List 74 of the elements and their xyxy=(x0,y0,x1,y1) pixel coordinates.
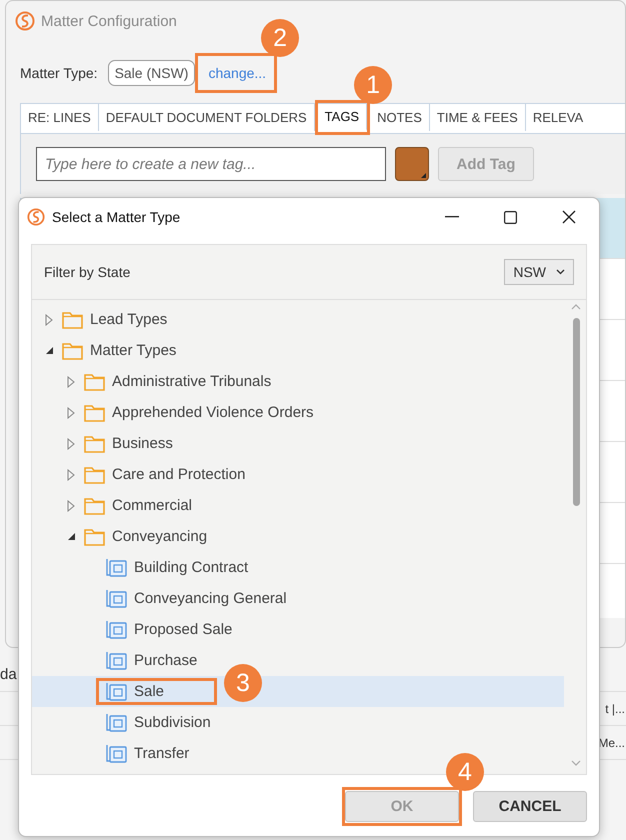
tree-item[interactable]: Conveyancing xyxy=(32,521,564,552)
tree-item[interactable]: Subdivision xyxy=(32,707,564,738)
minimize-icon[interactable] xyxy=(445,216,459,218)
filter-label: Filter by State xyxy=(44,264,130,280)
tree-item-label: Sale xyxy=(134,683,164,700)
maximize-icon[interactable] xyxy=(504,210,517,224)
close-icon[interactable] xyxy=(562,210,576,224)
tree-item[interactable]: Administrative Tribunals xyxy=(32,366,564,397)
matter-type-label: Matter Type: xyxy=(20,65,98,81)
logo-icon xyxy=(15,11,35,31)
new-tag-field[interactable]: Type here to create a new tag... xyxy=(36,147,386,181)
step-badge: 2 xyxy=(261,19,300,57)
collapsed-icon[interactable] xyxy=(67,406,75,418)
window-title: Matter Configuration xyxy=(41,12,177,30)
tree-item-label: Conveyancing xyxy=(112,528,208,545)
matter-icon xyxy=(106,558,127,577)
folder-icon xyxy=(84,372,105,390)
tree-item[interactable]: Matter Types xyxy=(32,335,564,366)
scroll-down-icon[interactable] xyxy=(571,760,581,766)
folder-icon xyxy=(62,342,83,360)
tree-item-label: Purchase xyxy=(134,652,198,669)
scrollbar-thumb[interactable] xyxy=(572,318,580,506)
matter-icon xyxy=(106,744,127,763)
folder-icon xyxy=(84,528,105,546)
matter-icon xyxy=(106,651,127,670)
tree-item[interactable]: Apprehended Violence Orders xyxy=(32,397,564,428)
chevron-down-icon xyxy=(556,269,565,275)
tree-item[interactable]: Commercial xyxy=(32,490,564,521)
tree-item-label: Apprehended Violence Orders xyxy=(112,404,314,421)
color-picker[interactable] xyxy=(395,147,429,181)
collapsed-icon[interactable] xyxy=(67,468,75,480)
matter-icon xyxy=(106,589,127,608)
tree-item-label: Lead Types xyxy=(90,311,168,328)
row-text: t |... xyxy=(605,702,626,716)
tree-item[interactable]: Business xyxy=(32,428,564,459)
dialog-title: Select a Matter Type xyxy=(52,209,180,225)
tree-item-label: Matter Types xyxy=(90,342,176,359)
matter-icon xyxy=(106,682,127,701)
step-badge: 1 xyxy=(354,66,392,104)
collapsed-icon[interactable] xyxy=(45,314,53,326)
change-link[interactable]: change... xyxy=(202,57,274,89)
step-badge: 3 xyxy=(224,664,262,702)
folder-icon xyxy=(84,434,105,452)
matter-icon xyxy=(106,713,127,732)
scroll-up-icon[interactable] xyxy=(571,304,581,310)
tree-item-label: Care and Protection xyxy=(112,466,246,483)
tree-item-label: Commercial xyxy=(112,497,192,514)
tree-item-label: Transfer xyxy=(134,745,190,762)
collapsed-icon[interactable] xyxy=(67,438,75,450)
collapsed-icon[interactable] xyxy=(67,376,75,388)
folder-icon xyxy=(62,310,83,328)
cancel-button[interactable]: CANCEL xyxy=(473,791,587,822)
tree-item[interactable]: Building Contract xyxy=(32,552,564,583)
tree-item[interactable]: Lead Types xyxy=(32,304,564,335)
tree-item[interactable]: Proposed Sale xyxy=(32,614,564,645)
tree-item[interactable]: Conveyancing General xyxy=(32,583,564,614)
logo-icon xyxy=(27,208,45,226)
tree-item-label: Administrative Tribunals xyxy=(112,373,272,390)
folder-icon xyxy=(84,466,105,484)
folder-icon xyxy=(84,496,105,514)
row-text: da xyxy=(0,666,17,683)
folder-icon xyxy=(84,404,105,422)
expanded-icon[interactable] xyxy=(44,346,54,355)
expanded-icon[interactable] xyxy=(66,532,76,541)
state-dropdown[interactable]: NSW xyxy=(504,259,574,285)
tree-item-label: Proposed Sale xyxy=(134,621,232,638)
matter-icon xyxy=(106,620,127,639)
tree-item-label: Subdivision xyxy=(134,714,211,731)
tree-item-label: Business xyxy=(112,435,173,452)
tree-item-label: Conveyancing General xyxy=(134,590,287,607)
collapsed-icon[interactable] xyxy=(67,500,75,512)
tree-item-label: Building Contract xyxy=(134,559,248,576)
matter-type-field: Sale (NSW) xyxy=(108,60,196,86)
tree-item[interactable]: Care and Protection xyxy=(32,459,564,490)
